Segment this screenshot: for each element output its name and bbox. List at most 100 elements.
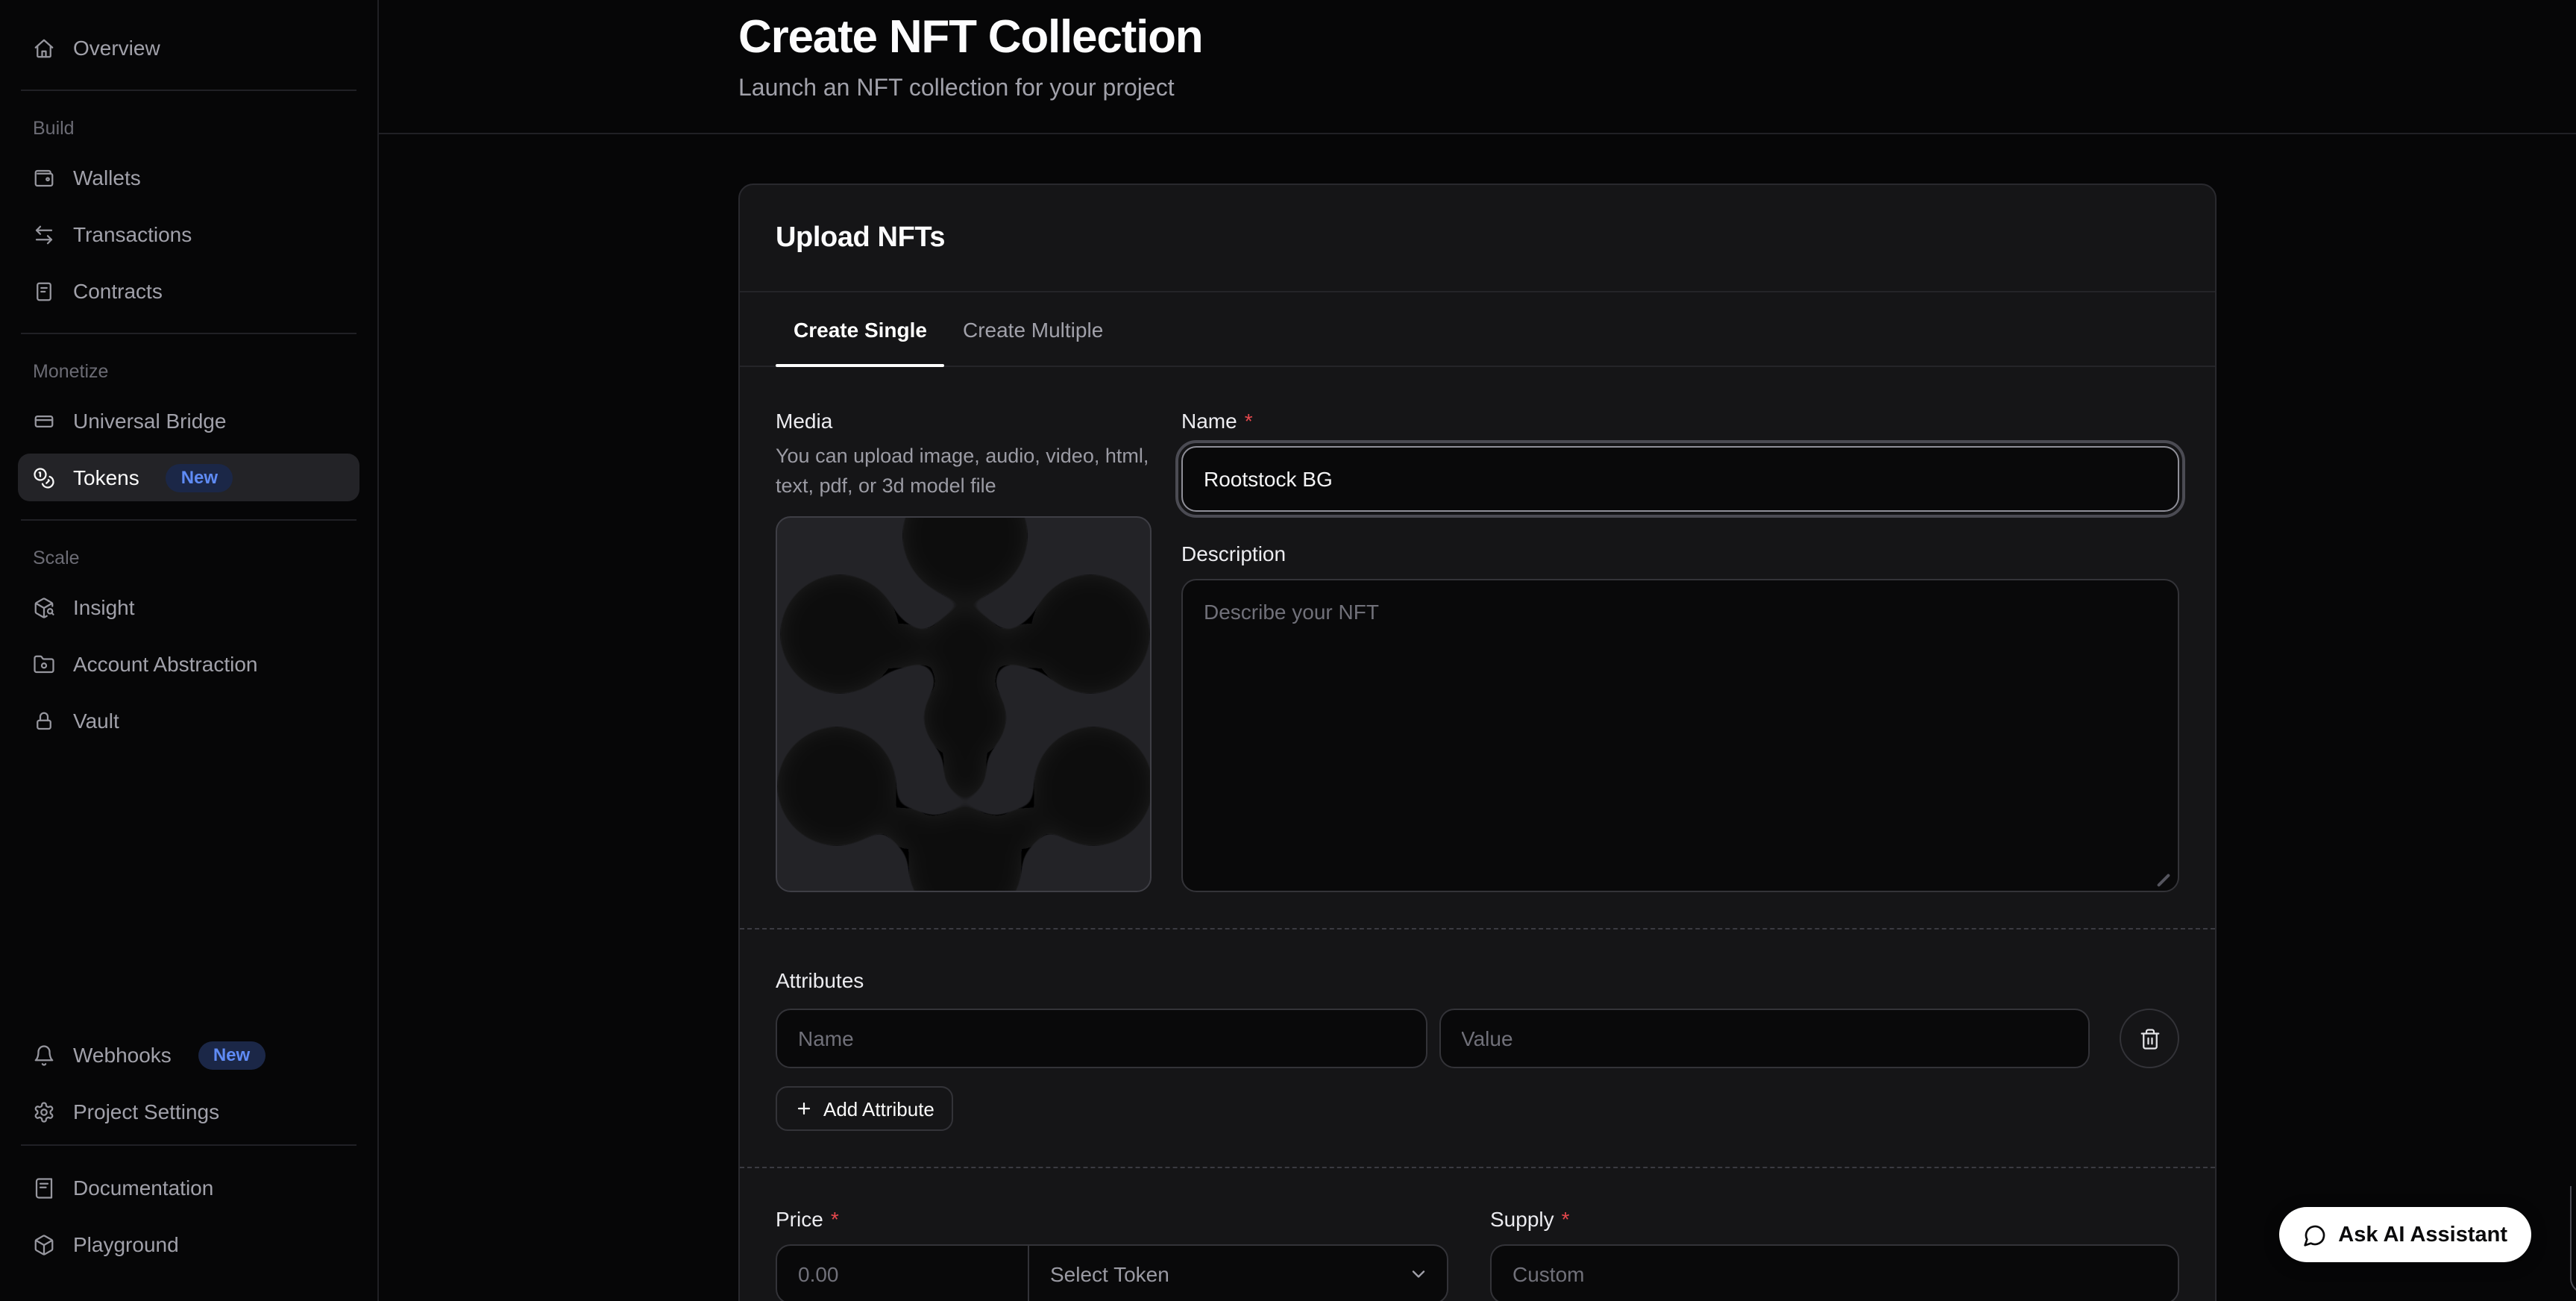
ask-ai-assistant-label: Ask AI Assistant bbox=[2338, 1223, 2507, 1247]
sidebar-item-project-settings[interactable]: Project Settings bbox=[18, 1088, 359, 1135]
sidebar-item-documentation[interactable]: Documentation bbox=[18, 1164, 359, 1211]
sidebar-item-tokens[interactable]: Tokens New bbox=[18, 454, 359, 501]
media-label: Media bbox=[776, 409, 1152, 434]
tab-create-single[interactable]: Create Single bbox=[776, 292, 945, 366]
cube-icon bbox=[33, 1233, 55, 1255]
sidebar-item-playground[interactable]: Playground bbox=[18, 1220, 359, 1268]
chevron-down-icon bbox=[1408, 1264, 1429, 1285]
sidebar-item-account-abstraction[interactable]: Account Abstraction bbox=[18, 640, 359, 688]
sidebar-item-label: Documentation bbox=[73, 1176, 213, 1200]
sidebar-section-monetize: Monetize bbox=[33, 361, 345, 382]
name-label: Name bbox=[1181, 409, 1237, 434]
name-field: Name * bbox=[1181, 409, 2179, 512]
media-help-text: You can upload image, audio, video, html… bbox=[776, 442, 1152, 501]
fields-column: Name * Description bbox=[1181, 409, 2179, 892]
sidebar-item-insight[interactable]: Insight bbox=[18, 583, 359, 631]
description-textarea[interactable] bbox=[1181, 579, 2179, 892]
upload-card-header: Upload NFTs bbox=[740, 185, 2215, 291]
sidebar-item-label: Wallets bbox=[73, 166, 141, 189]
attribute-name-input[interactable] bbox=[776, 1009, 1427, 1068]
package-search-icon bbox=[33, 596, 55, 618]
sidebar-item-label: Contracts bbox=[73, 279, 163, 303]
description-field: Description bbox=[1181, 542, 2179, 892]
add-attribute-button[interactable]: Add Attribute bbox=[776, 1086, 954, 1131]
sidebar-item-overview[interactable]: Overview bbox=[18, 24, 359, 72]
upload-card: Upload NFTs Create Single Create Multipl… bbox=[738, 184, 2217, 1301]
transactions-icon bbox=[33, 223, 55, 245]
plus-icon bbox=[795, 1100, 813, 1117]
sidebar-item-vault[interactable]: Vault bbox=[18, 697, 359, 744]
book-icon bbox=[33, 1176, 55, 1199]
required-asterisk: * bbox=[1245, 409, 1253, 434]
sidebar: Overview Build Wallets Transactions Cont… bbox=[0, 0, 379, 1301]
sidebar-bottom-group: Webhooks New Project Settings Documentat… bbox=[18, 1031, 359, 1277]
sidebar-section-build: Build bbox=[33, 118, 345, 139]
sidebar-item-label: Insight bbox=[73, 595, 135, 619]
required-asterisk: * bbox=[831, 1207, 839, 1232]
sidebar-item-label: Webhooks bbox=[73, 1043, 172, 1067]
page-title: Create NFT Collection bbox=[738, 9, 2217, 66]
attribute-row bbox=[776, 1009, 2179, 1068]
coins-icon bbox=[33, 466, 55, 489]
media-preview-dropzone[interactable] bbox=[776, 516, 1152, 892]
contract-icon bbox=[33, 280, 55, 302]
home-icon bbox=[33, 37, 55, 59]
sidebar-divider bbox=[21, 90, 356, 91]
sidebar-item-contracts[interactable]: Contracts bbox=[18, 267, 359, 315]
lock-icon bbox=[33, 709, 55, 732]
bell-icon bbox=[33, 1044, 55, 1066]
sidebar-item-label: Tokens bbox=[73, 465, 139, 489]
sidebar-divider bbox=[21, 333, 356, 334]
tab-create-multiple[interactable]: Create Multiple bbox=[945, 292, 1121, 366]
delete-attribute-button[interactable] bbox=[2120, 1009, 2179, 1068]
token-select[interactable]: Select Token bbox=[1029, 1246, 1447, 1301]
tabs: Create Single Create Multiple bbox=[740, 292, 2215, 367]
trash-icon bbox=[2138, 1027, 2161, 1050]
chat-bubble-icon bbox=[2302, 1223, 2326, 1247]
sidebar-item-label: Project Settings bbox=[73, 1100, 219, 1123]
token-select-value: Select Token bbox=[1050, 1262, 1169, 1286]
sidebar-item-label: Overview bbox=[73, 36, 160, 60]
attributes-label: Attributes bbox=[776, 968, 864, 994]
supply-label: Supply bbox=[1490, 1207, 1554, 1232]
folder-shield-icon bbox=[33, 653, 55, 675]
wallet-icon bbox=[33, 166, 55, 189]
attribute-value-input[interactable] bbox=[1439, 1009, 2090, 1068]
new-badge: New bbox=[166, 463, 233, 492]
sidebar-divider bbox=[21, 519, 356, 521]
sidebar-item-wallets[interactable]: Wallets bbox=[18, 154, 359, 201]
page-subtitle: Launch an NFT collection for your projec… bbox=[738, 73, 2217, 106]
main-content: Create NFT Collection Launch an NFT coll… bbox=[379, 0, 2576, 1301]
media-and-fields-section: Media You can upload image, audio, video… bbox=[740, 367, 2215, 928]
app-root: Overview Build Wallets Transactions Cont… bbox=[0, 0, 2576, 1301]
price-supply-section: Price * Select Token Supply * bbox=[740, 1168, 2215, 1301]
add-attribute-label: Add Attribute bbox=[823, 1097, 934, 1120]
supply-input[interactable] bbox=[1490, 1244, 2179, 1301]
sidebar-item-label: Universal Bridge bbox=[73, 409, 226, 433]
card-title: Upload NFTs bbox=[776, 221, 2179, 255]
media-column: Media You can upload image, audio, video… bbox=[776, 409, 1152, 892]
new-badge: New bbox=[198, 1041, 265, 1069]
gear-icon bbox=[33, 1100, 55, 1123]
name-input[interactable] bbox=[1181, 446, 2179, 512]
sidebar-item-label: Playground bbox=[73, 1232, 179, 1256]
sidebar-item-webhooks[interactable]: Webhooks New bbox=[18, 1031, 359, 1079]
sidebar-item-label: Vault bbox=[73, 709, 119, 733]
price-field: Price * Select Token bbox=[776, 1207, 1448, 1301]
sidebar-item-label: Account Abstraction bbox=[73, 652, 258, 676]
sidebar-item-label: Transactions bbox=[73, 222, 192, 246]
attributes-section: Attributes Add Attribute bbox=[740, 929, 2215, 1167]
ask-ai-assistant-button[interactable]: Ask AI Assistant bbox=[2278, 1207, 2531, 1262]
sidebar-item-transactions[interactable]: Transactions bbox=[18, 210, 359, 258]
bridge-card-icon bbox=[33, 410, 55, 432]
description-label: Description bbox=[1181, 542, 1286, 567]
supply-field: Supply * bbox=[1490, 1207, 2179, 1301]
required-asterisk: * bbox=[1562, 1207, 1570, 1232]
sidebar-divider bbox=[21, 1144, 356, 1146]
sidebar-item-universal-bridge[interactable]: Universal Bridge bbox=[18, 397, 359, 445]
page-header: Create NFT Collection Launch an NFT coll… bbox=[379, 0, 2576, 134]
media-blob-art bbox=[777, 518, 1152, 892]
sidebar-section-scale: Scale bbox=[33, 548, 345, 568]
price-input-group: Select Token bbox=[776, 1244, 1448, 1301]
price-amount-input[interactable] bbox=[777, 1246, 1029, 1301]
